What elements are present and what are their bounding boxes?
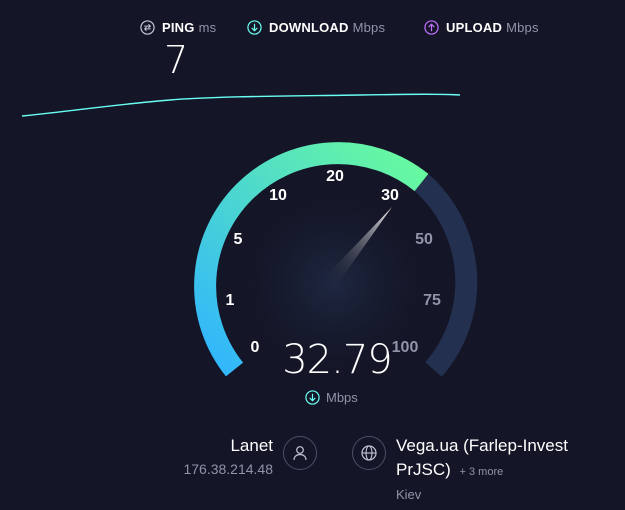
download-arrow-icon bbox=[305, 390, 320, 405]
server-name-line2: PrJSC) + 3 more bbox=[396, 460, 503, 482]
user-icon bbox=[293, 446, 307, 461]
change-server-link[interactable]: + 3 more bbox=[460, 466, 504, 478]
speed-unit-text: Mbps bbox=[326, 390, 358, 405]
server-location: Kiev bbox=[396, 487, 422, 502]
isp-name: Lanet bbox=[230, 436, 273, 455]
gauge-tick-75: 75 bbox=[423, 292, 441, 309]
server-name-line2-text: PrJSC) bbox=[396, 460, 451, 479]
server-button[interactable] bbox=[352, 436, 386, 470]
current-speed-value: 32.79 bbox=[282, 337, 393, 383]
server-name-line1[interactable]: Vega.ua (Farlep-Invest bbox=[396, 436, 568, 456]
gauge-tick-30: 30 bbox=[381, 187, 399, 204]
gauge-tick-50: 50 bbox=[415, 231, 433, 248]
gauge-tick-10: 10 bbox=[269, 187, 287, 204]
globe-icon bbox=[361, 445, 377, 461]
gauge-tick-20: 20 bbox=[326, 168, 344, 185]
gauge-tick-5: 5 bbox=[233, 231, 243, 248]
speed-unit-label: Mbps bbox=[305, 390, 358, 405]
isp-ip-address: 176.38.214.48 bbox=[183, 461, 273, 477]
gauge-tick-1: 1 bbox=[225, 292, 235, 309]
speed-gauge bbox=[194, 142, 478, 398]
isp-button[interactable] bbox=[283, 436, 317, 470]
